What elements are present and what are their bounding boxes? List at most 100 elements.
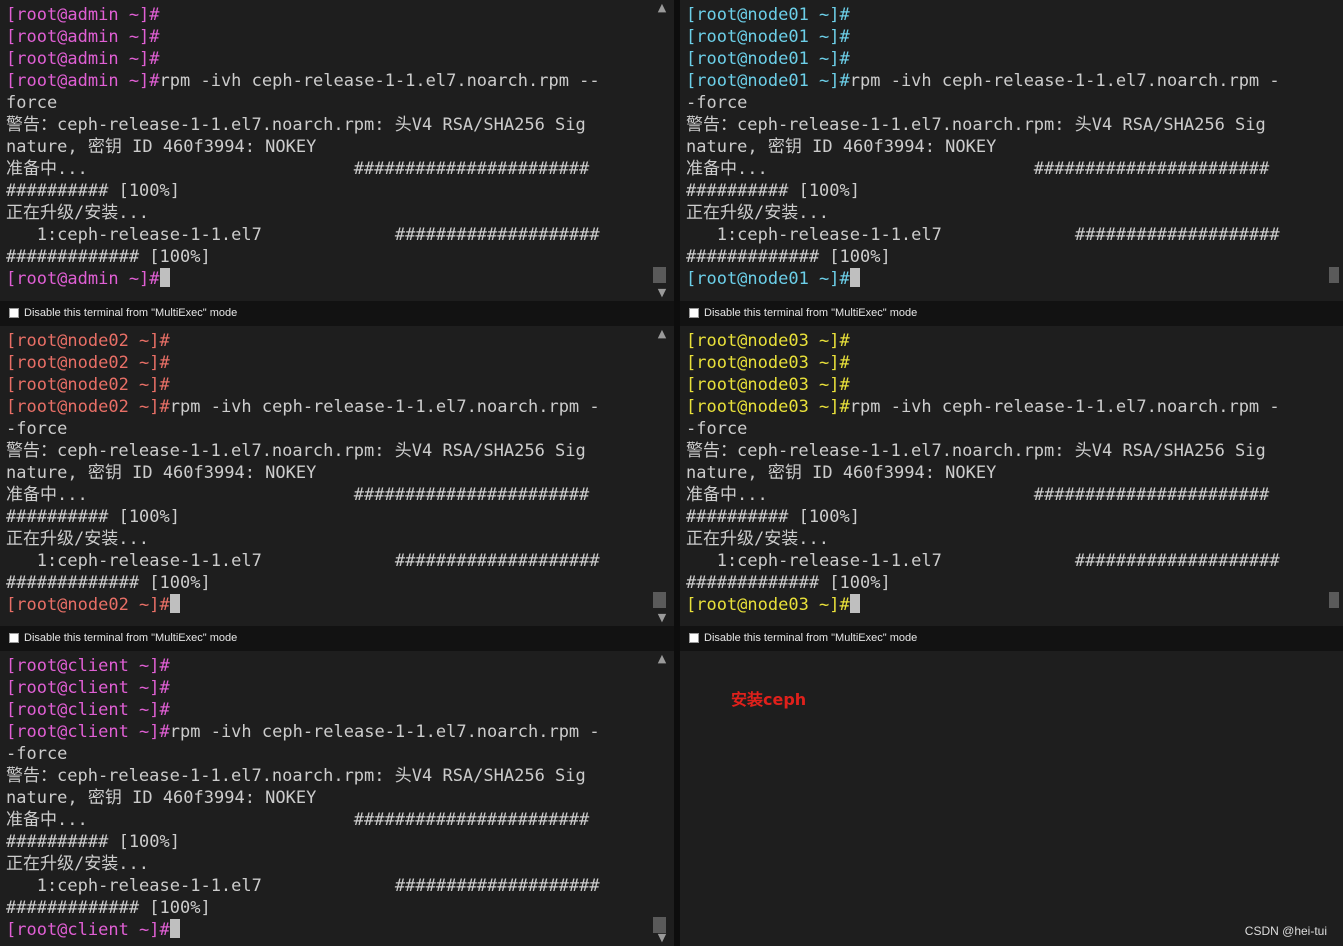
watermark: CSDN @hei-tui xyxy=(1244,924,1327,938)
output-text: 1:ceph-release-1-1.el7 #################… xyxy=(6,551,600,571)
scroll-down-arrow-icon[interactable]: ▼ xyxy=(655,287,669,299)
shell-prompt: [root@admin ~]# xyxy=(6,27,160,47)
terminal-output[interactable]: [root@node03 ~]# [root@node03 ~]# [root@no… xyxy=(680,330,1329,626)
shell-prompt: [root@node02 ~]# xyxy=(6,375,170,395)
multiexec-bar: Disable this terminal from "MultiExec" m… xyxy=(680,626,1343,651)
scrollbar-thumb[interactable] xyxy=(653,267,666,283)
text-cursor xyxy=(159,268,170,287)
terminal-pane-client[interactable]: [root@client ~]# [root@client ~]# [root@cl… xyxy=(0,651,674,946)
terminal-line: [root@node01 ~]# xyxy=(680,26,1329,48)
terminal-line: 正在升级/安装... xyxy=(680,528,1329,550)
output-text: -force xyxy=(6,419,68,439)
terminal-pane-admin[interactable]: [root@admin ~]# [root@admin ~]# [root@admi… xyxy=(0,0,674,301)
shell-prompt: [root@node01 ~]# xyxy=(686,71,850,91)
terminal-line: 准备中... ####################### xyxy=(0,809,650,831)
multiexec-checkbox[interactable] xyxy=(9,308,19,318)
terminal-line: force xyxy=(0,92,650,114)
terminal-line: 准备中... ####################### xyxy=(680,484,1329,506)
vertical-scrollbar[interactable]: ▲ ▼ xyxy=(650,326,674,626)
vertical-divider[interactable] xyxy=(674,0,680,946)
output-text: 准备中... ####################### xyxy=(6,485,590,505)
scrollbar-thumb[interactable] xyxy=(1329,592,1339,608)
terminal-line: nature, 密钥 ID 460f3994: NOKEY xyxy=(0,462,650,484)
shell-prompt: [root@node01 ~]# xyxy=(686,269,850,289)
multiexec-label: Disable this terminal from "MultiExec" m… xyxy=(24,307,238,319)
output-text: 准备中... ####################### xyxy=(6,810,590,830)
terminal-line: [root@node02 ~]#rpm -ivh ceph-release-1-… xyxy=(0,396,650,418)
terminal-line: 正在升级/安装... xyxy=(0,853,650,875)
scroll-down-arrow-icon[interactable]: ▼ xyxy=(655,932,669,944)
shell-prompt: [root@client ~]# xyxy=(6,722,170,742)
terminal-line: [root@node03 ~]# xyxy=(680,594,1329,616)
terminal-line: ########## [100%] xyxy=(0,180,650,202)
shell-prompt: [root@admin ~]# xyxy=(6,5,160,25)
terminal-line: ########## [100%] xyxy=(0,506,650,528)
multiexec-bar: Disable this terminal from "MultiExec" m… xyxy=(0,626,674,651)
output-text: 警告：ceph-release-1-1.el7.noarch.rpm: 头V4 … xyxy=(686,441,1266,461)
terminal-pane-node02[interactable]: [root@node02 ~]# [root@node02 ~]# [root@no… xyxy=(0,326,674,626)
output-text: 1:ceph-release-1-1.el7 #################… xyxy=(686,551,1280,571)
terminal-line: [root@admin ~]# xyxy=(0,4,650,26)
vertical-scrollbar[interactable] xyxy=(1329,326,1343,626)
scroll-up-arrow-icon[interactable]: ▲ xyxy=(655,328,669,340)
terminal-line: [root@client ~]# xyxy=(0,655,650,677)
scrollbar-thumb[interactable] xyxy=(653,592,666,608)
output-text: 正在升级/安装... xyxy=(686,529,829,549)
terminal-output[interactable]: [root@node02 ~]# [root@node02 ~]# [root@no… xyxy=(0,330,650,626)
output-text: nature, 密钥 ID 460f3994: NOKEY xyxy=(6,463,317,483)
output-text: 准备中... ####################### xyxy=(6,159,590,179)
terminal-line: [root@node01 ~]#rpm -ivh ceph-release-1-… xyxy=(680,70,1329,92)
output-text: rpm -ivh ceph-release-1-1.el7.noarch.rpm… xyxy=(169,722,600,742)
terminal-line: [root@node03 ~]# xyxy=(680,374,1329,396)
shell-prompt: [root@node03 ~]# xyxy=(686,331,850,351)
multiexec-bar: Disable this terminal from "MultiExec" m… xyxy=(680,301,1343,326)
output-text: ########## [100%] xyxy=(6,181,180,201)
terminal-line: [root@admin ~]#rpm -ivh ceph-release-1-1… xyxy=(0,70,650,92)
terminal-output[interactable]: [root@client ~]# [root@client ~]# [root@cl… xyxy=(0,655,650,946)
terminal-line: ############# [100%] xyxy=(0,897,650,919)
vertical-scrollbar[interactable]: ▲ ▼ xyxy=(650,651,674,946)
vertical-scrollbar[interactable] xyxy=(1329,0,1343,301)
terminal-pane-node01[interactable]: [root@node01 ~]# [root@node01 ~]# [root@no… xyxy=(680,0,1343,301)
output-text: rpm -ivh ceph-release-1-1.el7.noarch.rpm… xyxy=(849,71,1280,91)
text-cursor xyxy=(849,594,860,613)
terminal-line: [root@client ~]# xyxy=(0,677,650,699)
output-text: ############# [100%] xyxy=(6,898,211,918)
output-text: 准备中... ####################### xyxy=(686,159,1270,179)
terminal-line: 正在升级/安装... xyxy=(680,202,1329,224)
terminal-line: 警告：ceph-release-1-1.el7.noarch.rpm: 头V4 … xyxy=(0,440,650,462)
multiexec-label: Disable this terminal from "MultiExec" m… xyxy=(24,632,238,644)
terminal-line: [root@admin ~]# xyxy=(0,268,650,290)
scroll-up-arrow-icon[interactable]: ▲ xyxy=(655,653,669,665)
terminal-line: ############# [100%] xyxy=(680,572,1329,594)
output-text: 正在升级/安装... xyxy=(6,529,149,549)
scroll-down-arrow-icon[interactable]: ▼ xyxy=(655,612,669,624)
output-text: 警告：ceph-release-1-1.el7.noarch.rpm: 头V4 … xyxy=(6,441,586,461)
multiexec-checkbox[interactable] xyxy=(689,633,699,643)
vertical-scrollbar[interactable]: ▲ ▼ xyxy=(650,0,674,301)
terminal-line: nature, 密钥 ID 460f3994: NOKEY xyxy=(0,136,650,158)
output-text: 正在升级/安装... xyxy=(686,203,829,223)
terminal-line: [root@client ~]# xyxy=(0,919,650,941)
output-text: ########## [100%] xyxy=(686,507,860,527)
output-text: nature, 密钥 ID 460f3994: NOKEY xyxy=(686,137,997,157)
output-text: rpm -ivh ceph-release-1-1.el7.noarch.rpm… xyxy=(169,397,600,417)
shell-prompt: [root@node02 ~]# xyxy=(6,397,170,417)
shell-prompt: [root@client ~]# xyxy=(6,656,170,676)
terminal-line: ########## [100%] xyxy=(0,831,650,853)
scroll-up-arrow-icon[interactable]: ▲ xyxy=(655,2,669,14)
multiexec-checkbox[interactable] xyxy=(9,633,19,643)
terminal-line: [root@admin ~]# xyxy=(0,26,650,48)
terminal-output[interactable]: [root@node01 ~]# [root@node01 ~]# [root@no… xyxy=(680,4,1329,301)
terminal-line: 警告：ceph-release-1-1.el7.noarch.rpm: 头V4 … xyxy=(0,114,650,136)
terminal-line: 准备中... ####################### xyxy=(680,158,1329,180)
scrollbar-thumb[interactable] xyxy=(1329,267,1339,283)
shell-prompt: [root@node03 ~]# xyxy=(686,375,850,395)
multiexec-checkbox[interactable] xyxy=(689,308,699,318)
terminal-pane-node03[interactable]: [root@node03 ~]# [root@node03 ~]# [root@no… xyxy=(680,326,1343,626)
shell-prompt: [root@node02 ~]# xyxy=(6,595,170,615)
terminal-line: nature, 密钥 ID 460f3994: NOKEY xyxy=(680,136,1329,158)
shell-prompt: [root@admin ~]# xyxy=(6,71,160,91)
output-text: 正在升级/安装... xyxy=(6,854,149,874)
terminal-output[interactable]: [root@admin ~]# [root@admin ~]# [root@admi… xyxy=(0,4,650,301)
